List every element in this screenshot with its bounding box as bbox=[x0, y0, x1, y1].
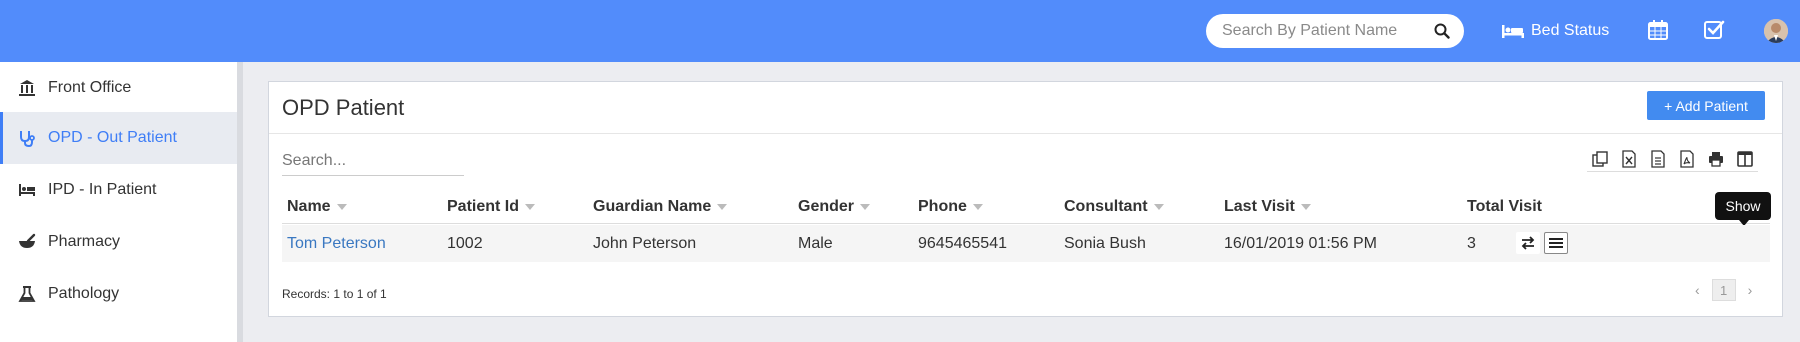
sort-icon bbox=[1300, 204, 1311, 210]
bed-status-label: Bed Status bbox=[1531, 22, 1610, 39]
bed-icon bbox=[1502, 25, 1524, 38]
columns-icon bbox=[1737, 151, 1753, 167]
column-label: Consultant bbox=[1064, 198, 1148, 215]
top-navbar: Bed Status bbox=[0, 0, 1800, 62]
column-header-consultant[interactable]: Consultant bbox=[1064, 198, 1164, 216]
column-header-guardian-name[interactable]: Guardian Name bbox=[593, 198, 728, 216]
show-details-button[interactable] bbox=[1544, 232, 1568, 254]
sidebar-item-label: OPD - Out Patient bbox=[48, 129, 177, 146]
prev-page-button[interactable]: ‹ bbox=[1695, 282, 1700, 298]
excel-button[interactable] bbox=[1616, 146, 1642, 172]
column-label: Guardian Name bbox=[593, 198, 712, 215]
pdf-button[interactable] bbox=[1674, 146, 1700, 172]
next-page-button[interactable]: › bbox=[1748, 282, 1753, 298]
column-header-gender[interactable]: Gender bbox=[798, 198, 871, 216]
column-header-patient-id[interactable]: Patient Id bbox=[447, 198, 536, 216]
sort-icon bbox=[1153, 204, 1164, 210]
patient-id-cell: 1002 bbox=[447, 235, 483, 252]
export-toolbar bbox=[1587, 146, 1758, 172]
user-avatar[interactable] bbox=[1764, 19, 1788, 43]
copy-icon bbox=[1592, 151, 1608, 167]
panel-divider bbox=[269, 133, 1782, 134]
column-label: Total Visit bbox=[1467, 198, 1542, 215]
page-number-button[interactable]: 1 bbox=[1711, 279, 1736, 301]
csv-icon bbox=[1651, 150, 1665, 168]
task-check-icon[interactable] bbox=[1703, 19, 1725, 41]
sidebar-item-label: Pathology bbox=[48, 285, 120, 302]
sort-icon bbox=[717, 204, 728, 210]
pagination: ‹ 1 › bbox=[1695, 278, 1752, 302]
column-label: Patient Id bbox=[447, 198, 520, 215]
sort-icon bbox=[972, 204, 983, 210]
avatar-icon bbox=[1764, 19, 1788, 43]
total-visit-cell: 3 bbox=[1467, 235, 1476, 252]
columns-button[interactable] bbox=[1732, 146, 1758, 172]
column-label: Gender bbox=[798, 198, 855, 215]
patient-name-link[interactable]: Tom Peterson bbox=[287, 235, 386, 253]
calendar-icon[interactable] bbox=[1647, 19, 1669, 41]
sidebar-item-opd[interactable]: OPD - Out Patient bbox=[0, 112, 237, 164]
table-search-input[interactable] bbox=[282, 146, 464, 176]
sort-icon bbox=[525, 204, 536, 210]
table-row: Tom Peterson 1002 John Peterson Male 964… bbox=[282, 225, 1770, 262]
mortar-pestle-icon bbox=[19, 233, 36, 248]
stethoscope-icon bbox=[20, 131, 35, 147]
sidebar-item-ipd[interactable]: IPD - In Patient bbox=[0, 164, 237, 216]
patient-search-box bbox=[1206, 14, 1464, 48]
sidebar-item-pathology[interactable]: Pathology bbox=[0, 268, 237, 320]
exchange-icon bbox=[1521, 236, 1535, 250]
phone-cell: 9645465541 bbox=[918, 235, 1007, 252]
csv-button[interactable] bbox=[1645, 146, 1671, 172]
copy-button[interactable] bbox=[1587, 146, 1613, 172]
print-icon bbox=[1709, 152, 1723, 167]
sidebar-item-pharmacy[interactable]: Pharmacy bbox=[0, 216, 237, 268]
sort-icon bbox=[336, 204, 347, 210]
bed-icon bbox=[19, 184, 35, 196]
front-office-icon bbox=[19, 80, 35, 96]
column-header-total-visit[interactable]: Total Visit bbox=[1467, 198, 1542, 216]
page-title: OPD Patient bbox=[282, 95, 405, 120]
records-info: Records: 1 to 1 of 1 bbox=[282, 287, 387, 301]
add-patient-button[interactable]: + Add Patient bbox=[1647, 91, 1765, 120]
last-visit-cell: 16/01/2019 01:56 PM bbox=[1224, 235, 1378, 252]
sort-icon bbox=[860, 204, 871, 210]
flask-icon bbox=[18, 286, 36, 302]
patient-search-input[interactable] bbox=[1222, 14, 1422, 48]
pdf-icon bbox=[1680, 150, 1694, 168]
sidebar-item-label: Pharmacy bbox=[48, 233, 121, 250]
column-header-name[interactable]: Name bbox=[287, 198, 347, 216]
column-header-last-visit[interactable]: Last Visit bbox=[1224, 198, 1311, 216]
bed-status-link[interactable]: Bed Status bbox=[1501, 19, 1609, 43]
sidebar: Front Office OPD - Out Patient IPD - In … bbox=[0, 62, 243, 342]
print-button[interactable] bbox=[1703, 146, 1729, 172]
excel-icon bbox=[1622, 150, 1636, 168]
consultant-cell: Sonia Bush bbox=[1064, 235, 1146, 252]
list-icon bbox=[1549, 238, 1563, 248]
sidebar-item-label: Front Office bbox=[48, 79, 132, 96]
sidebar-item-label: IPD - In Patient bbox=[48, 181, 157, 198]
move-patient-button[interactable] bbox=[1516, 232, 1540, 254]
column-label: Last Visit bbox=[1224, 198, 1295, 215]
show-tooltip: Show bbox=[1715, 192, 1771, 226]
gender-cell: Male bbox=[798, 235, 833, 252]
column-label: Phone bbox=[918, 198, 967, 215]
table-header: Name Patient Id Guardian Name Gender Pho… bbox=[282, 192, 1770, 224]
column-header-phone[interactable]: Phone bbox=[918, 198, 983, 216]
guardian-name-cell: John Peterson bbox=[593, 235, 697, 252]
sidebar-item-front-office[interactable]: Front Office bbox=[0, 62, 237, 114]
opd-patient-panel: OPD Patient + Add Patient Search... Name… bbox=[268, 81, 1783, 317]
search-icon[interactable] bbox=[1434, 23, 1450, 39]
column-label: Name bbox=[287, 198, 331, 215]
